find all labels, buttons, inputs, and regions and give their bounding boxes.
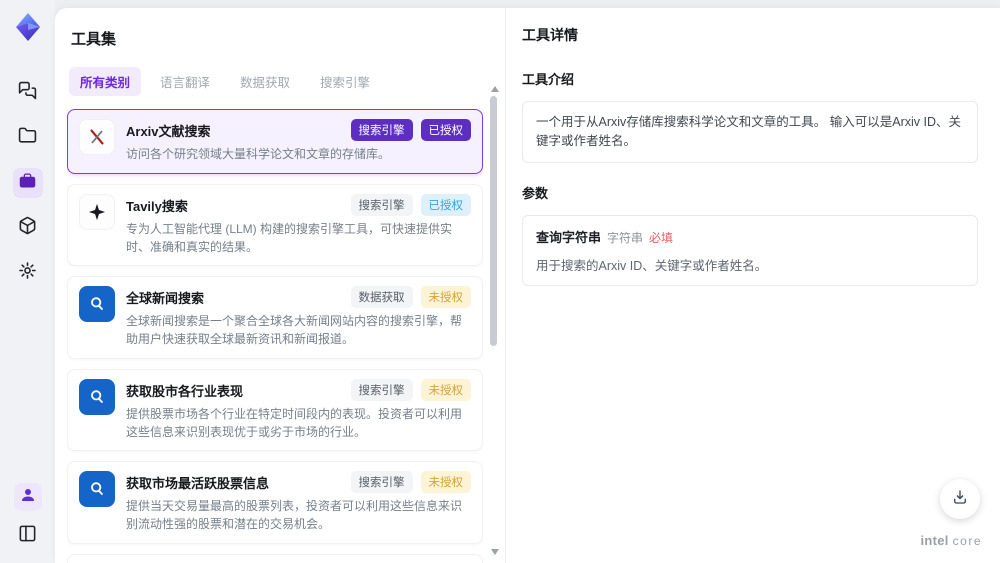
tool-card-tavily[interactable]: Tavily搜索 搜索引擎 已授权 专为人工智能代理 (LLM) 构建的搜索引擎… xyxy=(67,183,483,267)
main-panel: 工具集 所有类别 语言翻译 数据获取 搜索引擎 Arxiv文献搜索 搜索引擎 已… xyxy=(55,8,1000,563)
cube-icon xyxy=(18,216,37,240)
app-logo xyxy=(11,10,45,44)
tool-name: 获取股市各行业表现 xyxy=(126,383,244,399)
tool-card-sector-performance[interactable]: 获取股市各行业表现 搜索引擎 未授权 提供股票市场各个行业在特定时间段内的表现。… xyxy=(67,368,483,452)
tool-card-most-active-stocks[interactable]: 获取市场最活跃股票信息 搜索引擎 未授权 提供当天交易量最高的股票列表，投资者可… xyxy=(67,461,483,544)
tool-card-regional-news[interactable]: 万维地区新闻查询 搜索引擎 未授权 查询具体行政区划内的新闻，快速了解各地新闻动 xyxy=(67,553,483,563)
status-badge: 未授权 xyxy=(420,286,471,309)
intel-logo-text: intel xyxy=(920,533,949,548)
tool-description: 访问各个研究领域大量科学论文和文章的存储库。 xyxy=(126,147,391,161)
tool-list: Arxiv文献搜索 搜索引擎 已授权 访问各个研究领域大量科学论文和文章的存储库… xyxy=(67,109,483,563)
search-app-icon xyxy=(79,378,115,415)
download-icon xyxy=(951,488,969,511)
tab-data-fetch[interactable]: 数据获取 xyxy=(229,67,301,96)
intro-box: 一个用于从Arxiv存储库搜索科学论文和文章的工具。 输入可以是Arxiv ID… xyxy=(522,101,978,163)
status-badge: 已授权 xyxy=(420,193,471,216)
param-type: 字符串 xyxy=(607,230,644,245)
intel-core-logo: intel core xyxy=(921,533,983,548)
list-scrollbar[interactable] xyxy=(490,86,499,555)
sidebar-item-packages[interactable] xyxy=(13,213,43,243)
gear-icon xyxy=(18,261,37,285)
briefcase-icon xyxy=(18,171,37,195)
details-title: 工具详情 xyxy=(522,27,578,43)
core-logo-text: core xyxy=(952,534,982,548)
category-badge: 搜索引擎 xyxy=(350,193,413,216)
tool-description: 全球新闻搜索是一个聚合全球各大新闻网站内容的搜索引擎，帮助用户快速获取全球最新资… xyxy=(126,314,463,346)
category-badge: 搜索引擎 xyxy=(350,378,413,401)
chat-icon xyxy=(18,81,37,105)
params-heading: 参数 xyxy=(522,185,549,201)
scroll-up-arrow-icon[interactable] xyxy=(491,86,499,92)
user-icon xyxy=(19,486,37,509)
tool-name: 全球新闻搜索 xyxy=(126,291,205,307)
toggle-panel-button[interactable] xyxy=(13,521,43,551)
category-tabs: 所有类别 语言翻译 数据获取 搜索引擎 xyxy=(69,67,483,96)
tool-description: 提供股票市场各个行业在特定时间段内的表现。投资者可以利用这些信息来识别表现优于或… xyxy=(126,406,463,439)
sidebar-item-settings[interactable] xyxy=(13,258,43,288)
app-sidebar xyxy=(0,0,55,563)
download-button[interactable] xyxy=(940,479,980,519)
page-title: 工具集 xyxy=(71,31,117,48)
status-badge: 已授权 xyxy=(420,119,471,141)
sparkle-icon xyxy=(79,193,115,230)
tool-name: 获取市场最活跃股票信息 xyxy=(126,476,270,492)
tool-list-pane: 工具集 所有类别 语言翻译 数据获取 搜索引擎 Arxiv文献搜索 搜索引擎 已… xyxy=(55,8,505,563)
tool-description: 专为人工智能代理 (LLM) 构建的搜索引擎工具，可快速提供实时、准确和真实的结… xyxy=(126,221,453,254)
status-badge: 未授权 xyxy=(420,378,471,401)
search-app-icon xyxy=(79,286,115,323)
scrollbar-thumb[interactable] xyxy=(490,96,497,346)
scroll-down-arrow-icon[interactable] xyxy=(491,549,499,555)
tool-card-arxiv[interactable]: Arxiv文献搜索 搜索引擎 已授权 访问各个研究领域大量科学论文和文章的存储库… xyxy=(67,109,483,174)
category-badge: 数据获取 xyxy=(350,286,413,309)
tab-all-categories[interactable]: 所有类别 xyxy=(69,67,142,96)
tool-description: 提供当天交易量最高的股票列表，投资者可以利用这些信息来识别流动性强的股票和潜在的… xyxy=(126,499,463,531)
folder-icon xyxy=(18,126,37,150)
search-app-icon xyxy=(79,471,115,508)
tab-search-engine[interactable]: 搜索引擎 xyxy=(309,67,381,96)
tool-name: Arxiv文献搜索 xyxy=(126,124,211,139)
category-badge: 搜索引擎 xyxy=(350,471,413,494)
param-required-flag: 必填 xyxy=(649,230,674,245)
param-description: 用于搜索的Arxiv ID、关键字或作者姓名。 xyxy=(536,258,768,273)
sidebar-item-chat[interactable] xyxy=(13,78,43,108)
tool-card-global-news[interactable]: 全球新闻搜索 数据获取 未授权 全球新闻搜索是一个聚合全球各大新闻网站内容的搜索… xyxy=(67,276,483,359)
tab-language-translation[interactable]: 语言翻译 xyxy=(149,67,221,96)
tool-name: Tavily搜索 xyxy=(126,198,188,214)
param-name: 查询字符串 xyxy=(536,229,602,245)
tool-details-pane: 工具详情 工具介绍 一个用于从Arxiv存储库搜索科学论文和文章的工具。 输入可… xyxy=(505,8,1000,563)
arxiv-logo-icon xyxy=(79,119,115,155)
intro-text: 一个用于从Arxiv存储库搜索科学论文和文章的工具。 输入可以是Arxiv ID… xyxy=(536,115,962,148)
intro-heading: 工具介绍 xyxy=(522,72,575,87)
panel-layout-icon xyxy=(18,524,37,548)
status-badge: 未授权 xyxy=(420,471,471,494)
param-box: 查询字符串 字符串 必填 用于搜索的Arxiv ID、关键字或作者姓名。 xyxy=(522,214,978,286)
user-avatar[interactable] xyxy=(13,483,42,511)
sidebar-item-tools[interactable] xyxy=(12,168,43,198)
category-badge: 搜索引擎 xyxy=(350,119,413,141)
sidebar-item-files[interactable] xyxy=(13,123,43,153)
